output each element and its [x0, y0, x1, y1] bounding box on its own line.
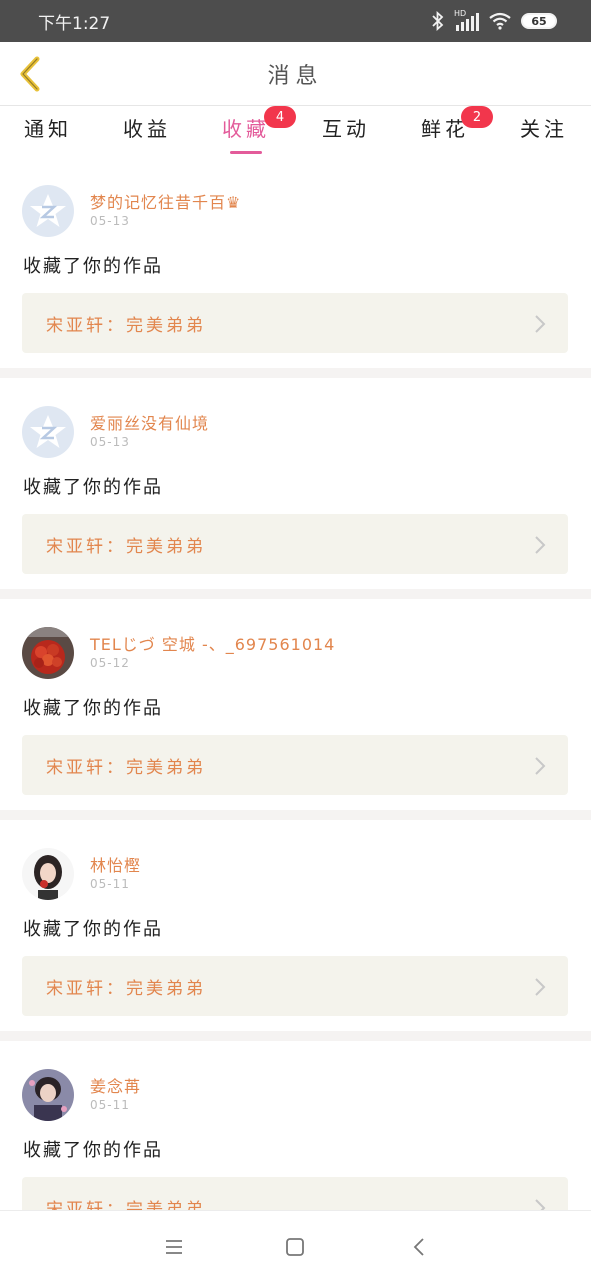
message-date: 05-11 — [90, 877, 130, 891]
tab-notifications[interactable]: 通知 — [24, 113, 72, 157]
girl-photo-icon — [22, 848, 74, 900]
work-title: 宋亚轩：完美弟弟 — [46, 316, 206, 336]
list-item: 林怡樫 05-11 收藏了你的作品 宋亚轩：完美弟弟 — [0, 820, 591, 1031]
message-date: 05-11 — [90, 1098, 130, 1112]
work-link[interactable]: 宋亚轩：完美弟弟 — [22, 293, 568, 353]
back-triangle-icon — [413, 1238, 424, 1256]
bluetooth-icon — [432, 11, 444, 31]
avatar[interactable] — [22, 1069, 74, 1121]
tab-earnings[interactable]: 收益 — [123, 113, 171, 157]
avatar[interactable] — [22, 627, 74, 679]
chevron-right-icon — [535, 315, 546, 333]
active-tab-indicator — [230, 151, 262, 154]
tab-following[interactable]: 关注 — [520, 113, 568, 157]
list-item: TELじづ 空城 -、_697561014 05-12 收藏了你的作品 宋亚轩：… — [0, 599, 591, 810]
flowers-count-badge: 2 — [461, 106, 493, 128]
avatar[interactable] — [22, 406, 74, 458]
home-square-icon — [286, 1238, 304, 1256]
work-link[interactable]: 宋亚轩：完美弟弟 — [22, 956, 568, 1016]
tab-label: 通知 — [24, 117, 72, 141]
menu-button[interactable] — [162, 1235, 186, 1259]
home-button[interactable] — [283, 1235, 307, 1259]
work-title: 宋亚轩：完美弟弟 — [46, 537, 206, 557]
tab-label: 关注 — [520, 117, 568, 141]
chevron-right-icon — [535, 978, 546, 996]
default-avatar-icon — [30, 194, 66, 227]
message-list: 梦的记忆往昔千百♛ 05-13 收藏了你的作品 宋亚轩：完美弟弟 爱丽丝没有仙境… — [0, 157, 591, 1252]
status-time: 下午1:27 — [38, 13, 111, 34]
work-link[interactable]: 宋亚轩：完美弟弟 — [22, 735, 568, 795]
action-text: 收藏了你的作品 — [23, 698, 163, 719]
battery-icon: 65 — [521, 13, 557, 29]
message-tabs: 通知 收益 收藏 4 互动 鲜花 2 关注 — [0, 106, 591, 157]
work-link[interactable]: 宋亚轩：完美弟弟 — [22, 514, 568, 574]
app-header: 消息 — [0, 42, 591, 106]
avatar[interactable] — [22, 185, 74, 237]
tab-interactions[interactable]: 互动 — [322, 113, 370, 157]
chevron-right-icon — [535, 757, 546, 775]
action-text: 收藏了你的作品 — [23, 919, 163, 940]
username[interactable]: 梦的记忆往昔千百♛ — [90, 189, 241, 213]
status-bar: 下午1:27 HD 65 — [0, 0, 591, 42]
favorites-count-badge: 4 — [264, 106, 296, 128]
tab-label: 互动 — [322, 117, 370, 141]
action-text: 收藏了你的作品 — [23, 1140, 163, 1161]
system-nav-bar — [0, 1210, 591, 1280]
username[interactable]: 姜念苒 — [90, 1073, 141, 1097]
list-item: 爱丽丝没有仙境 05-13 收藏了你的作品 宋亚轩：完美弟弟 — [0, 378, 591, 589]
menu-icon — [166, 1240, 182, 1254]
tab-label: 收藏 — [222, 117, 270, 141]
tab-flowers[interactable]: 鲜花 2 — [421, 106, 493, 157]
divider — [0, 589, 591, 599]
divider — [0, 810, 591, 820]
message-date: 05-13 — [90, 435, 130, 449]
default-avatar-icon — [30, 415, 66, 448]
divider — [0, 1031, 591, 1041]
system-back-button[interactable] — [407, 1235, 431, 1259]
message-date: 05-13 — [90, 214, 130, 228]
username[interactable]: 爱丽丝没有仙境 — [90, 410, 209, 434]
list-item: 梦的记忆往昔千百♛ 05-13 收藏了你的作品 宋亚轩：完美弟弟 — [0, 157, 591, 368]
tab-label: 收益 — [123, 117, 171, 141]
work-title: 宋亚轩：完美弟弟 — [46, 758, 206, 778]
wifi-icon — [489, 12, 511, 30]
roses-photo-icon — [22, 627, 74, 679]
status-icons: HD 65 — [431, 9, 557, 31]
work-title: 宋亚轩：完美弟弟 — [46, 979, 206, 999]
avatar[interactable] — [22, 848, 74, 900]
hd-signal-icon: HD — [454, 9, 479, 31]
chevron-right-icon — [535, 536, 546, 554]
page-title: 消息 — [267, 64, 324, 89]
username[interactable]: 林怡樫 — [90, 852, 141, 876]
username[interactable]: TELじづ 空城 -、_697561014 — [90, 631, 335, 655]
action-text: 收藏了你的作品 — [23, 256, 163, 277]
divider — [0, 368, 591, 378]
action-text: 收藏了你的作品 — [23, 477, 163, 498]
message-date: 05-12 — [90, 656, 130, 670]
boy-photo-icon — [22, 1069, 74, 1121]
